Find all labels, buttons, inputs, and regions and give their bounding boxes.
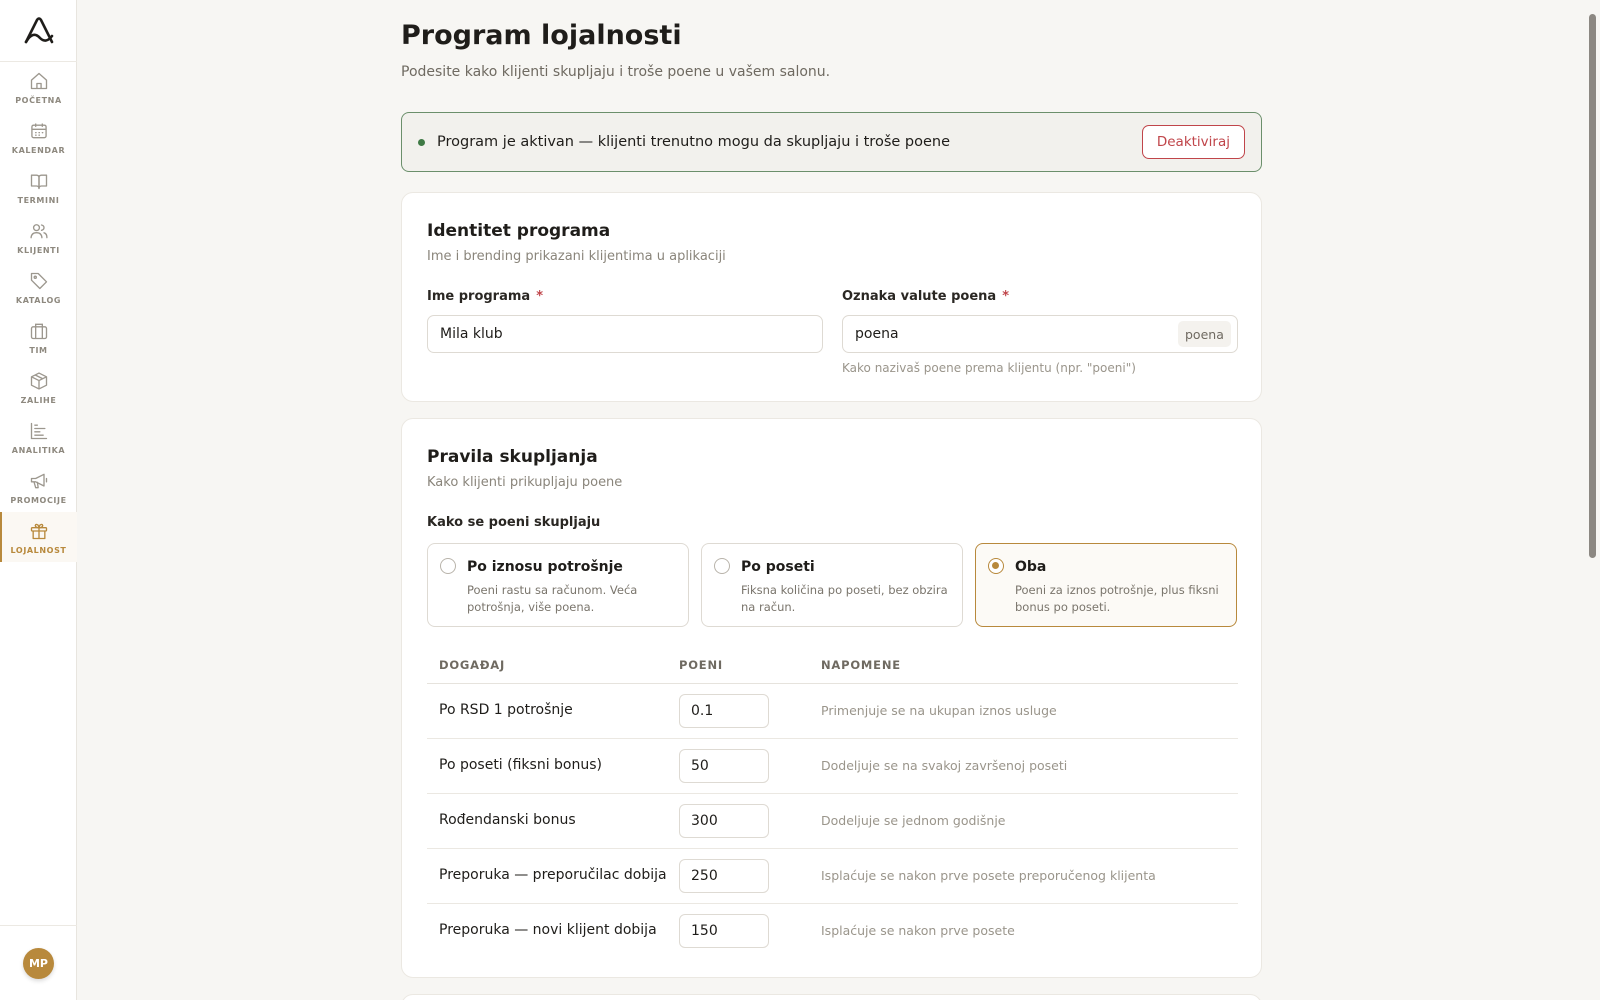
currency-label-text: Oznaka valute poena	[842, 289, 997, 304]
sidebar-item-promocije[interactable]: PROMOCIJE	[0, 462, 77, 512]
currency-label: Oznaka valute poena *	[842, 289, 1009, 304]
currency-hint: Kako nazivaš poene prema klijentu (npr. …	[842, 361, 1136, 375]
note-cell: Isplaćuje se nakon prve posete preporuče…	[821, 868, 1156, 883]
sidebar-footer: MP	[0, 925, 77, 1000]
program-name-label: Ime programa *	[427, 289, 543, 304]
brand-logo-icon[interactable]	[0, 0, 77, 62]
earning-rules-table: DOGAĐAJ POENI NAPOMENE Po RSD 1 potrošnj…	[427, 644, 1238, 959]
earning-title: Pravila skupljanja	[427, 447, 598, 467]
points-input[interactable]	[679, 804, 769, 838]
option-description: Fiksna količina po poseti, bez obzira na…	[741, 583, 948, 614]
event-cell: Rođendanski bonus	[439, 812, 576, 828]
earning-subtitle: Kako klijenti prikupljaju poene	[427, 475, 623, 490]
table-row: Po RSD 1 potrošnje Primenjuje se na ukup…	[427, 684, 1238, 739]
status-text: Program je aktivan — klijenti trenutno m…	[437, 134, 951, 150]
note-cell: Isplaćuje se nakon prve posete	[821, 923, 1015, 938]
sidebar-item-label: KALENDAR	[11, 145, 66, 155]
next-card	[401, 994, 1262, 1000]
event-cell: Po RSD 1 potrošnje	[439, 702, 573, 718]
table-header: DOGAĐAJ POENI NAPOMENE	[427, 644, 1238, 684]
box-icon	[28, 370, 50, 392]
calendar-icon	[28, 120, 50, 142]
sidebar-item-zalihe[interactable]: ZALIHE	[0, 362, 77, 412]
program-name-input[interactable]	[427, 315, 823, 353]
sidebar-item-label: PROMOCIJE	[10, 495, 67, 505]
book-icon	[28, 170, 50, 192]
users-icon	[28, 220, 50, 242]
event-cell: Po poseti (fiksni bonus)	[439, 757, 602, 773]
option-title: Po iznosu potrošnje	[467, 559, 623, 575]
column-header-event: DOGAĐAJ	[439, 658, 506, 672]
sidebar-item-klijenti[interactable]: KLIJENTI	[0, 212, 77, 262]
option-description: Poeni za iznos potrošnje, plus fiksni bo…	[1015, 583, 1219, 614]
megaphone-icon	[28, 470, 50, 492]
identity-title: Identitet programa	[427, 221, 611, 241]
sidebar-item-pocetna[interactable]: POČETNA	[0, 62, 77, 112]
sidebar-item-katalog[interactable]: KATALOG	[0, 262, 77, 312]
radio-button[interactable]	[988, 558, 1004, 574]
table-row: Preporuka — novi klijent dobija Isplaćuj…	[427, 904, 1238, 959]
option-both[interactable]: Oba Poeni za iznos potrošnje, plus fiksn…	[975, 543, 1237, 627]
page-title: Program lojalnosti	[401, 20, 682, 51]
sidebar-nav: POČETNA KALENDAR TERMINI KLIJENTI KATALO…	[0, 62, 77, 562]
earning-rules-card: Pravila skupljanja Kako klijenti prikupl…	[401, 418, 1262, 978]
sidebar-item-label: ZALIHE	[20, 395, 57, 405]
sidebar-item-tim[interactable]: TIM	[0, 312, 77, 362]
radio-button[interactable]	[440, 558, 456, 574]
points-input[interactable]	[679, 749, 769, 783]
sidebar-item-kalendar[interactable]: KALENDAR	[0, 112, 77, 162]
option-per-visit[interactable]: Po poseti Fiksna količina po poseti, bez…	[701, 543, 963, 627]
sidebar-item-label: LOJALNOST	[10, 545, 67, 555]
option-title: Oba	[1015, 559, 1047, 575]
table-row: Rođendanski bonus Dodeljuje se jednom go…	[427, 794, 1238, 849]
page-scrollbar[interactable]	[1589, 14, 1596, 558]
program-name-label-text: Ime programa	[427, 289, 531, 304]
option-by-spend[interactable]: Po iznosu potrošnje Poeni rastu sa račun…	[427, 543, 689, 627]
tag-icon	[28, 270, 50, 292]
column-header-points: POENI	[679, 658, 723, 672]
earning-method-label: Kako se poeni skupljaju	[427, 515, 601, 530]
points-input[interactable]	[679, 914, 769, 948]
table-row: Po poseti (fiksni bonus) Dodeljuje se na…	[427, 739, 1238, 794]
sidebar-item-label: TERMINI	[17, 195, 60, 205]
sidebar-item-label: KATALOG	[15, 295, 62, 305]
identity-subtitle: Ime i brending prikazani klijentima u ap…	[427, 249, 726, 264]
status-dot-icon	[418, 138, 425, 146]
note-cell: Dodeljuje se jednom godišnje	[821, 813, 1006, 828]
points-input[interactable]	[679, 859, 769, 893]
sidebar-item-termini[interactable]: TERMINI	[0, 162, 77, 212]
sidebar-item-label: TIM	[29, 345, 48, 355]
briefcase-icon	[28, 320, 50, 342]
required-mark: *	[1002, 289, 1009, 304]
sidebar-item-label: ANALITIKA	[11, 445, 66, 455]
note-cell: Dodeljuje se na svakoj završenoj poseti	[821, 758, 1068, 773]
event-cell: Preporuka — preporučilac dobija	[439, 867, 667, 883]
table-row: Preporuka — preporučilac dobija Isplaćuj…	[427, 849, 1238, 904]
chart-icon	[28, 420, 50, 442]
sidebar-item-lojalnost[interactable]: LOJALNOST	[0, 512, 77, 562]
event-cell: Preporuka — novi klijent dobija	[439, 922, 657, 938]
deactivate-button[interactable]: Deaktiviraj	[1141, 125, 1245, 159]
status-banner: Program je aktivan — klijenti trenutno m…	[401, 112, 1262, 172]
column-header-notes: NAPOMENE	[821, 658, 901, 672]
page-subtitle: Podesite kako klijenti skupljaju i troše…	[401, 64, 831, 80]
home-icon	[28, 70, 50, 92]
sidebar-item-label: POČETNA	[15, 95, 62, 105]
sidebar: POČETNA KALENDAR TERMINI KLIJENTI KATALO…	[0, 0, 77, 1000]
gift-icon	[28, 520, 50, 542]
sidebar-item-analitika[interactable]: ANALITIKA	[0, 412, 77, 462]
radio-button[interactable]	[714, 558, 730, 574]
required-mark: *	[536, 289, 543, 304]
sidebar-item-label: KLIJENTI	[17, 245, 60, 255]
currency-suffix: poena	[1178, 321, 1231, 347]
note-cell: Primenjuje se na ukupan iznos usluge	[821, 703, 1057, 718]
identity-card: Identitet programa Ime i brending prikaz…	[401, 192, 1262, 402]
option-title: Po poseti	[741, 559, 815, 575]
avatar[interactable]: MP	[23, 947, 54, 979]
points-input[interactable]	[679, 694, 769, 728]
option-description: Poeni rastu sa računom. Veća potrošnja, …	[467, 583, 638, 614]
